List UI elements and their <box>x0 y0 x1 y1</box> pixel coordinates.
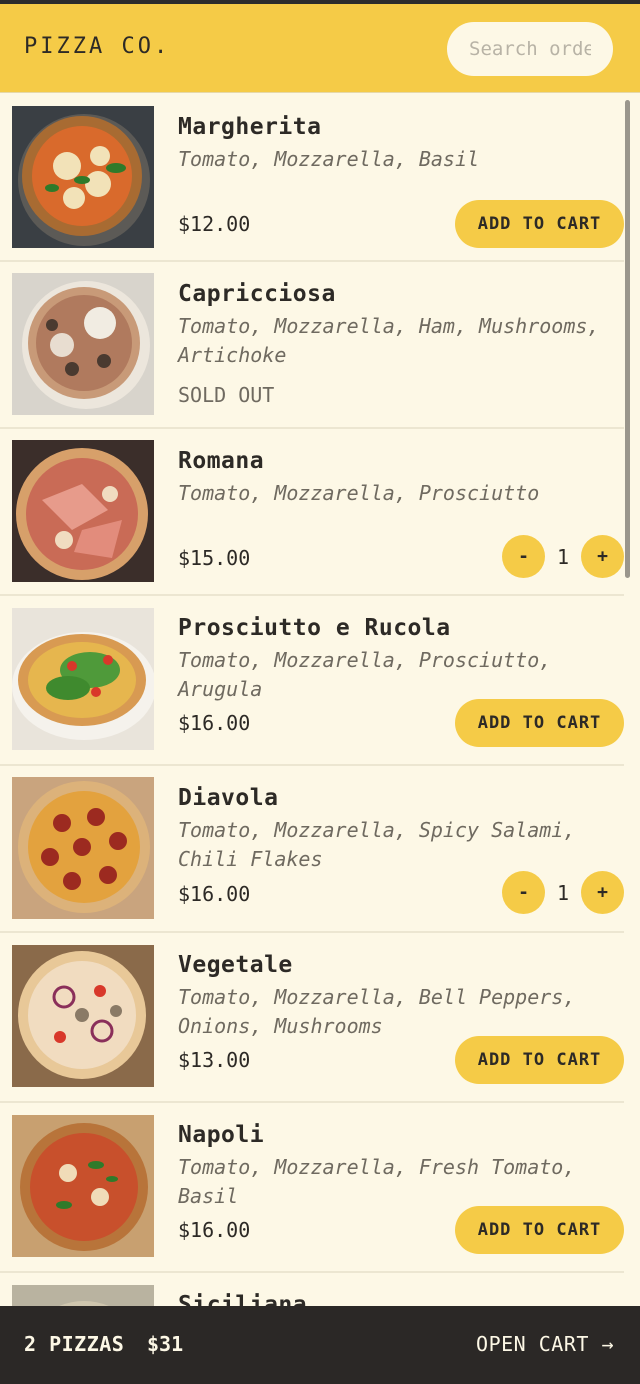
pizza-image <box>12 440 154 582</box>
add-to-cart-button[interactable]: ADD TO CART <box>455 200 624 248</box>
menu-item-vegetale: Vegetale Tomato, Mozzarella, Bell Pepper… <box>0 932 624 1103</box>
add-to-cart-button[interactable]: ADD TO CART <box>455 1036 624 1084</box>
pizza-name: Prosciutto e Rucola <box>178 615 451 641</box>
menu-item-siciliana: Siciliana <box>0 1272 624 1306</box>
cart-bar: 2 PIZZAS $31 OPEN CART → <box>0 1306 640 1384</box>
pizza-name: Margherita <box>178 114 322 140</box>
pizza-ingredients: Tomato, Mozzarella, Fresh Tomato, Basil <box>178 1155 576 1208</box>
add-to-cart-button[interactable]: ADD TO CART <box>455 699 624 747</box>
decrement-button[interactable]: - <box>502 871 545 914</box>
app-header: PIZZA CO. <box>0 4 640 93</box>
pizza-price: $12.00 <box>178 212 251 236</box>
pizza-name: Diavola <box>178 785 279 811</box>
menu-item-capricciosa: Capricciosa Tomato, Mozzarella, Ham, Mus… <box>0 261 624 429</box>
scrollbar[interactable] <box>625 100 630 578</box>
cart-total: $31 <box>147 1332 184 1356</box>
pizza-name: Napoli <box>178 1122 265 1148</box>
cart-count: 2 PIZZAS <box>24 1332 125 1356</box>
sold-out-label: SOLD OUT <box>178 383 275 407</box>
quantity-value: 1 <box>556 881 570 905</box>
pizza-name: Capricciosa <box>178 281 336 307</box>
pizza-price: $15.00 <box>178 546 251 570</box>
menu-item-margherita: Margherita Tomato, Mozzarella, Basil $12… <box>0 94 624 262</box>
pizza-ingredients: Tomato, Mozzarella, Spicy Salami, Chili … <box>178 818 576 871</box>
pizza-image <box>12 273 154 415</box>
pizza-image <box>12 1115 154 1257</box>
pizza-ingredients: Tomato, Mozzarella, Prosciutto, Arugula <box>178 648 552 701</box>
search-input[interactable] <box>447 22 613 76</box>
pizza-image <box>12 1285 154 1306</box>
add-to-cart-button[interactable]: ADD TO CART <box>455 1206 624 1254</box>
menu-item-napoli: Napoli Tomato, Mozzarella, Fresh Tomato,… <box>0 1102 624 1273</box>
pizza-image <box>12 608 154 750</box>
menu-list: Margherita Tomato, Mozzarella, Basil $12… <box>0 94 640 1306</box>
pizza-price: $16.00 <box>178 711 251 735</box>
increment-button[interactable]: + <box>581 535 624 578</box>
menu-item-prosciutto-e-rucola: Prosciutto e Rucola Tomato, Mozzarella, … <box>0 595 624 766</box>
pizza-price: $16.00 <box>178 1218 251 1242</box>
decrement-button[interactable]: - <box>502 535 545 578</box>
quantity-value: 1 <box>556 545 570 569</box>
pizza-name: Romana <box>178 448 265 474</box>
open-cart-button[interactable]: OPEN CART → <box>476 1332 614 1356</box>
logo: PIZZA CO. <box>24 34 171 59</box>
quantity-stepper: - 1 + <box>502 535 624 579</box>
pizza-ingredients: Tomato, Mozzarella, Ham, Mushrooms, Arti… <box>178 314 600 367</box>
menu-item-diavola: Diavola Tomato, Mozzarella, Spicy Salami… <box>0 765 624 933</box>
pizza-name: Vegetale <box>178 952 293 978</box>
pizza-price: $13.00 <box>178 1048 251 1072</box>
quantity-stepper: - 1 + <box>502 871 624 915</box>
increment-button[interactable]: + <box>581 871 624 914</box>
pizza-image <box>12 777 154 919</box>
pizza-ingredients: Tomato, Mozzarella, Bell Peppers, Onions… <box>178 985 576 1038</box>
menu-item-romana: Romana Tomato, Mozzarella, Prosciutto $1… <box>0 428 624 596</box>
pizza-ingredients: Tomato, Mozzarella, Prosciutto <box>178 481 540 505</box>
pizza-ingredients: Tomato, Mozzarella, Basil <box>178 147 480 171</box>
pizza-image <box>12 945 154 1087</box>
pizza-price: $16.00 <box>178 882 251 906</box>
pizza-name: Siciliana <box>178 1292 308 1306</box>
pizza-image <box>12 106 154 248</box>
